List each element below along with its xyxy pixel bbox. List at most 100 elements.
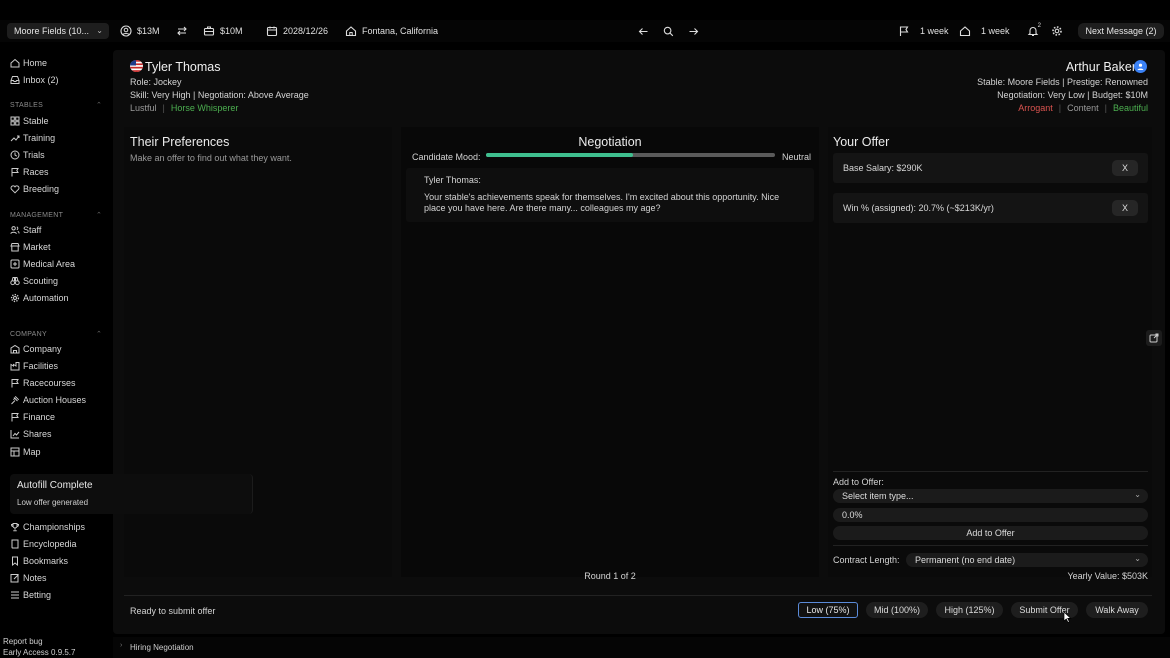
sidebar-item-stable[interactable]: Stable [10,115,49,127]
tab-hiring-negotiation[interactable]: Hiring Negotiation [130,643,194,652]
sidebar-item-shares[interactable]: Shares [10,428,52,440]
owner-name: Arthur Baker [1065,60,1136,74]
bookmark-icon [12,556,18,566]
sidebar-item-medical-area[interactable]: Medical Area [10,258,75,270]
low-offer-button[interactable]: Low (75%) [798,602,858,618]
owner-traits: Arrogant | Content | Beautiful [1018,103,1148,113]
section-title: COMPANY [10,331,47,338]
budget-display: $10M [203,23,243,39]
sidebar-item-label: Bookmarks [23,556,69,566]
sidebar-item-map[interactable]: Map [10,446,41,458]
sidebar-item-trials[interactable]: Trials [10,149,45,161]
mood-label: Candidate Mood: [412,152,481,162]
sidebar-item-bookmarks[interactable]: Bookmarks [10,555,68,567]
sidebar-item-label: Notes [23,573,47,583]
sidebar-item-staff[interactable]: Staff [10,224,41,236]
transfer-icon[interactable] [175,23,189,39]
sidebar-item-training[interactable]: Training [10,132,55,144]
location-value: Fontana, California [362,26,439,36]
flag-timer[interactable]: 1 week [898,23,949,39]
sidebar-item-auction-houses[interactable]: Auction Houses [10,394,86,406]
add-to-offer-label: Add to Offer: [833,477,884,487]
owner-negotiation-line: Negotiation: Very Low | Budget: $10M [997,90,1148,100]
users-icon [10,226,20,235]
section-company[interactable]: COMPANY ⌃ [10,331,102,338]
forward-arrow-icon[interactable] [686,23,700,39]
sidebar-item-scouting[interactable]: Scouting [10,275,58,287]
sidebar-item-automation[interactable]: Automation [10,292,69,304]
remove-offer-item-button[interactable]: X [1112,200,1138,216]
mid-offer-button[interactable]: Mid (100%) [866,602,928,618]
sidebar-item-label: Company [23,344,62,354]
mood-value: Neutral [782,152,812,162]
message-speaker: Tyler Thomas: [424,175,481,185]
sidebar-item-races[interactable]: Races [10,166,49,178]
sidebar-item-facilities[interactable]: Facilities [10,360,58,372]
home-timer-value: 1 week [981,26,1010,36]
offer-item-row: Base Salary: $290K X [833,153,1148,183]
back-arrow-icon[interactable] [636,23,650,39]
section-management[interactable]: MANAGEMENT ⌃ [10,212,102,219]
sidebar-item-label: Home [23,58,48,68]
preferences-subtitle: Make an offer to find out what they want… [130,153,292,163]
trait-badge: Lustful [130,103,157,113]
notifications-bell-icon[interactable]: 2 [1025,23,1041,39]
heart-icon [10,185,20,194]
cash-display: $13M [120,23,160,39]
status-text: Ready to submit offer [130,606,216,616]
note-edit-icon [10,574,19,583]
budget-value: $10M [220,26,243,36]
bottom-tab-bar: › Hiring Negotiation [113,637,1170,658]
sidebar-item-company[interactable]: Company [10,343,62,355]
toast-title: Autofill Complete [17,480,93,491]
sidebar-item-inbox[interactable]: Inbox (2) [10,74,59,86]
home-timer[interactable]: 1 week [959,23,1010,39]
next-message-button[interactable]: Next Message (2) [1078,23,1164,39]
add-to-offer-button[interactable]: Add to Offer [833,526,1148,540]
sidebar-item-finance[interactable]: Finance [10,411,55,423]
trait-badge: Arrogant [1018,103,1053,113]
gear-icon[interactable] [1050,23,1064,39]
remove-offer-item-button[interactable]: X [1112,160,1138,176]
date-value: 2028/12/26 [283,26,329,36]
section-stables[interactable]: STABLES ⌃ [10,102,102,109]
contract-length-value: Permanent (no end date) [915,555,1016,565]
building-icon [10,344,20,354]
window-top-strip [0,0,1170,20]
location-display: Fontana, California [345,23,438,39]
cog-icon [10,293,20,303]
briefcase-icon [203,26,215,36]
us-flag-icon [130,60,143,72]
contract-length-select[interactable]: Permanent (no end date) ⌄ [906,553,1148,567]
search-icon[interactable] [661,23,675,39]
message-text: Your stable's achievements speak for the… [424,192,780,213]
edit-external-icon[interactable] [1146,330,1162,346]
sidebar-item-encyclopedia[interactable]: Encyclopedia [10,538,77,550]
high-offer-button[interactable]: High (125%) [936,602,1003,618]
user-circle-icon [120,25,132,37]
chevron-down-icon: ⌄ [1134,490,1141,499]
house-icon [345,26,357,37]
flag-icon [11,379,19,388]
sidebar-item-breeding[interactable]: Breeding [10,183,59,195]
sidebar-item-championships[interactable]: Championships [10,521,85,533]
sidebar-item-betting[interactable]: Betting [10,589,51,601]
stable-select[interactable]: Moore Fields (10... ⌄ [7,23,109,39]
candidate-name: Tyler Thomas [145,60,221,74]
autofill-toast: Autofill Complete Low offer generated [10,474,253,514]
item-type-select[interactable]: Select item type... ⌄ [833,489,1148,503]
trend-up-icon [10,135,20,142]
report-bug-link[interactable]: Report bug [3,637,43,646]
sidebar-item-notes[interactable]: Notes [10,572,47,584]
sidebar-item-label: Stable [23,116,49,126]
sidebar-item-label: Races [23,167,49,177]
item-type-select-value: Select item type... [842,491,914,501]
offer-value-input[interactable]: 0.0% [833,508,1148,522]
walk-away-button[interactable]: Walk Away [1086,602,1148,618]
home-icon [10,58,20,68]
mouse-cursor-icon [1063,611,1072,625]
sidebar-item-home[interactable]: Home [10,57,47,69]
sidebar-item-market[interactable]: Market [10,241,51,253]
sidebar-item-racecourses[interactable]: Racecourses [10,377,76,389]
version-label: Early Access 0.9.5.7 [3,648,76,657]
